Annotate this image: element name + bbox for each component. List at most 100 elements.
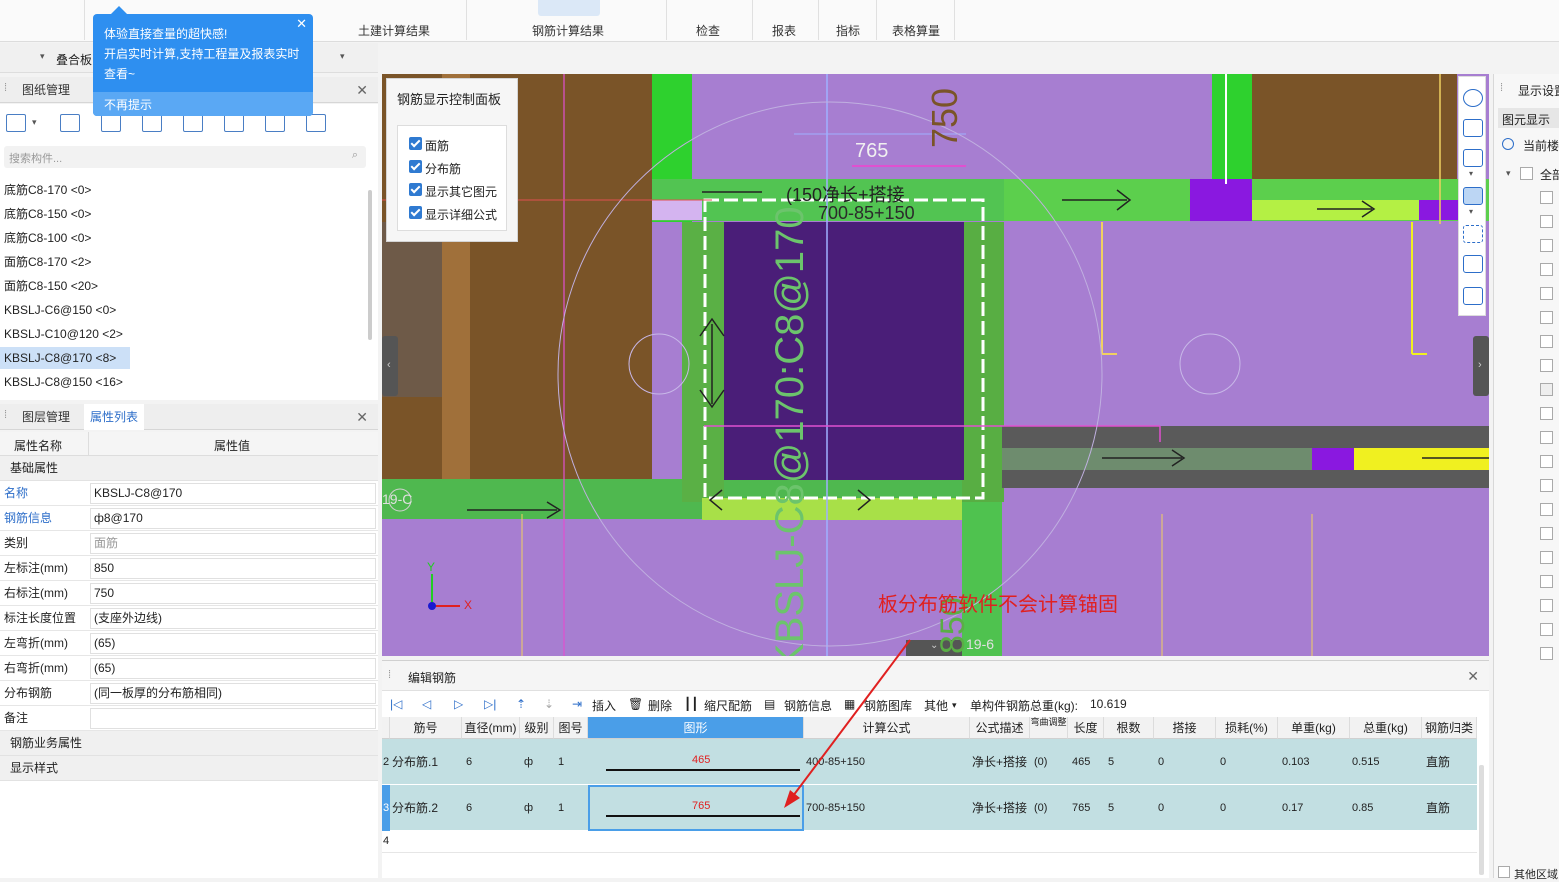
property-value-field[interactable]: 面筋 — [90, 533, 376, 554]
table-row[interactable]: 2 分布筋.1 6 ф 1 465 400-85+150 净长+搭接 (0) 4… — [382, 739, 1477, 785]
tree-expand-icon[interactable]: ▾ — [1506, 168, 1511, 179]
checkbox[interactable] — [1540, 551, 1553, 564]
scale-rebar-button[interactable]: 缩尺配筋 — [704, 697, 752, 714]
orbit-icon[interactable] — [1463, 89, 1483, 107]
property-value-field[interactable]: (同一板厚的分布筋相同) — [90, 683, 376, 704]
cell-bend[interactable]: (0) — [1034, 739, 1047, 785]
export-icon[interactable] — [224, 114, 244, 132]
property-value-field[interactable]: (支座外边线) — [90, 608, 376, 629]
drawing-canvas[interactable]: 765 750 (150净长+搭接 700-85+150 KBSLJ-C8@17… — [382, 74, 1489, 656]
list-item[interactable]: 底筋C8-100 <0> — [0, 227, 130, 249]
cell-count[interactable]: 5 — [1108, 785, 1114, 831]
cell-formula[interactable]: 700-85+150 — [806, 785, 865, 831]
group-basic-properties[interactable]: 基础属性 — [0, 456, 378, 481]
cell-category[interactable]: 直筋 — [1426, 739, 1450, 785]
close-icon[interactable]: ✕ — [296, 16, 307, 32]
checkbox-distribution-rebar[interactable] — [409, 160, 422, 173]
checkbox[interactable] — [1540, 407, 1553, 420]
dropdown-arrow-icon[interactable]: ▾ — [1469, 207, 1473, 216]
cell-loss[interactable]: 0 — [1220, 785, 1226, 831]
checkbox-show-formula[interactable] — [409, 206, 422, 219]
search-icon[interactable]: ⌕ — [352, 149, 358, 162]
drag-handle-icon[interactable]: ⁞ — [4, 409, 7, 421]
dismiss-tip-button[interactable]: 不再提示 — [104, 96, 152, 113]
cell-length[interactable]: 765 — [1072, 785, 1090, 831]
checkbox[interactable] — [1540, 599, 1553, 612]
tab-layer-management[interactable]: 图层管理 — [16, 404, 76, 430]
cell-loss[interactable]: 0 — [1220, 739, 1226, 785]
group-rebar-business[interactable]: 钢筋业务属性 — [0, 731, 378, 756]
dropdown-arrow-icon[interactable]: ▾ — [952, 700, 957, 711]
cell-total-weight[interactable]: 0.515 — [1352, 739, 1380, 785]
collapse-right-icon[interactable]: › — [1478, 359, 1482, 371]
property-value-field[interactable]: (65) — [90, 658, 376, 679]
last-record-icon[interactable]: ▷| — [484, 697, 496, 711]
insert-icon[interactable]: ⇥ — [572, 697, 582, 711]
group-display-style[interactable]: 显示样式 — [0, 756, 378, 781]
cell-bend[interactable]: (0) — [1034, 785, 1047, 831]
property-value-field[interactable]: 850 — [90, 558, 376, 579]
list-item[interactable]: KBSLJ-C10@120 <2> — [0, 323, 130, 345]
checkbox[interactable] — [1540, 503, 1553, 516]
checkbox[interactable] — [1540, 311, 1553, 324]
cell-diameter[interactable]: 6 — [466, 739, 472, 785]
delete-icon[interactable] — [101, 114, 121, 132]
cell-name[interactable]: 分布筋.1 — [392, 739, 438, 785]
cell-grade[interactable]: ф — [524, 739, 533, 785]
radio-current-floor[interactable] — [1502, 138, 1514, 150]
cube-icon[interactable] — [1463, 255, 1483, 273]
checkbox-all[interactable] — [1520, 167, 1533, 180]
checkbox-show-other[interactable] — [409, 183, 422, 196]
checkbox[interactable] — [1540, 431, 1553, 444]
tab-property-list[interactable]: 属性列表 — [84, 404, 145, 430]
layer-copy-icon[interactable] — [183, 114, 203, 132]
checkbox-checked[interactable] — [1540, 383, 1553, 396]
rebar-library-button[interactable]: 钢筋图库 — [864, 697, 912, 714]
3d-box-icon[interactable] — [1463, 149, 1483, 167]
fit-view-icon[interactable] — [1463, 225, 1483, 243]
cell-unit-weight[interactable]: 0.17 — [1282, 785, 1303, 831]
new-file-icon[interactable] — [6, 114, 26, 132]
tab-civil-results[interactable]: 土建计算结果 — [356, 22, 432, 39]
cell-name[interactable]: 分布筋.2 — [392, 785, 438, 831]
cell-formula[interactable]: 400-85+150 — [806, 739, 865, 785]
dropdown-arrow-icon[interactable]: ▾ — [32, 117, 37, 128]
cell-figure[interactable]: 1 — [558, 739, 564, 785]
component-type-dropdown[interactable]: 叠合板 — [56, 51, 92, 68]
checkbox-top-rebar[interactable] — [409, 137, 422, 150]
list-item[interactable]: KBSLJ-C8@150 <16> — [0, 371, 130, 393]
2d-view-icon[interactable] — [1463, 119, 1483, 137]
list-icon[interactable] — [265, 114, 285, 132]
move-down-icon[interactable]: ⇣ — [544, 697, 554, 711]
checkbox[interactable] — [1540, 527, 1553, 540]
property-value-field[interactable]: (65) — [90, 633, 376, 654]
checkbox[interactable] — [1540, 263, 1553, 276]
tab-check[interactable]: 检查 — [690, 22, 726, 39]
cell-figure[interactable]: 1 — [558, 785, 564, 831]
scrollbar[interactable] — [1479, 765, 1484, 875]
cell-unit-weight[interactable]: 0.103 — [1282, 739, 1310, 785]
copy-icon[interactable] — [60, 114, 80, 132]
cell-count[interactable]: 5 — [1108, 739, 1114, 785]
dropdown-arrow-icon[interactable]: ▾ — [40, 51, 45, 62]
tab-index[interactable]: 指标 — [830, 22, 866, 39]
checkbox[interactable] — [1540, 239, 1553, 252]
list-item[interactable]: KBSLJ-C6@150 <0> — [0, 299, 130, 321]
insert-button[interactable]: 插入 — [592, 697, 616, 714]
first-record-icon[interactable]: |◁ — [390, 697, 402, 711]
move-up-icon[interactable]: ⇡ — [516, 697, 526, 711]
scale-icon[interactable]: ┃┃ — [684, 697, 698, 711]
duplicate-icon[interactable] — [142, 114, 162, 132]
rebar-info-icon[interactable]: ▤ — [764, 697, 775, 711]
checkbox[interactable] — [1540, 455, 1553, 468]
checkbox[interactable] — [1540, 479, 1553, 492]
cell-description[interactable]: 净长+搭接 — [972, 785, 1027, 831]
checkbox[interactable] — [1540, 623, 1553, 636]
3d-view-icon[interactable] — [1463, 187, 1483, 205]
dropdown-arrow-icon[interactable]: ▾ — [340, 51, 345, 62]
cell-length[interactable]: 465 — [1072, 739, 1090, 785]
checkbox[interactable] — [1540, 647, 1553, 660]
delete-icon[interactable]: 🗑 — [628, 697, 643, 711]
cell-diameter[interactable]: 6 — [466, 785, 472, 831]
search-input[interactable]: 搜索构件... — [9, 150, 62, 166]
